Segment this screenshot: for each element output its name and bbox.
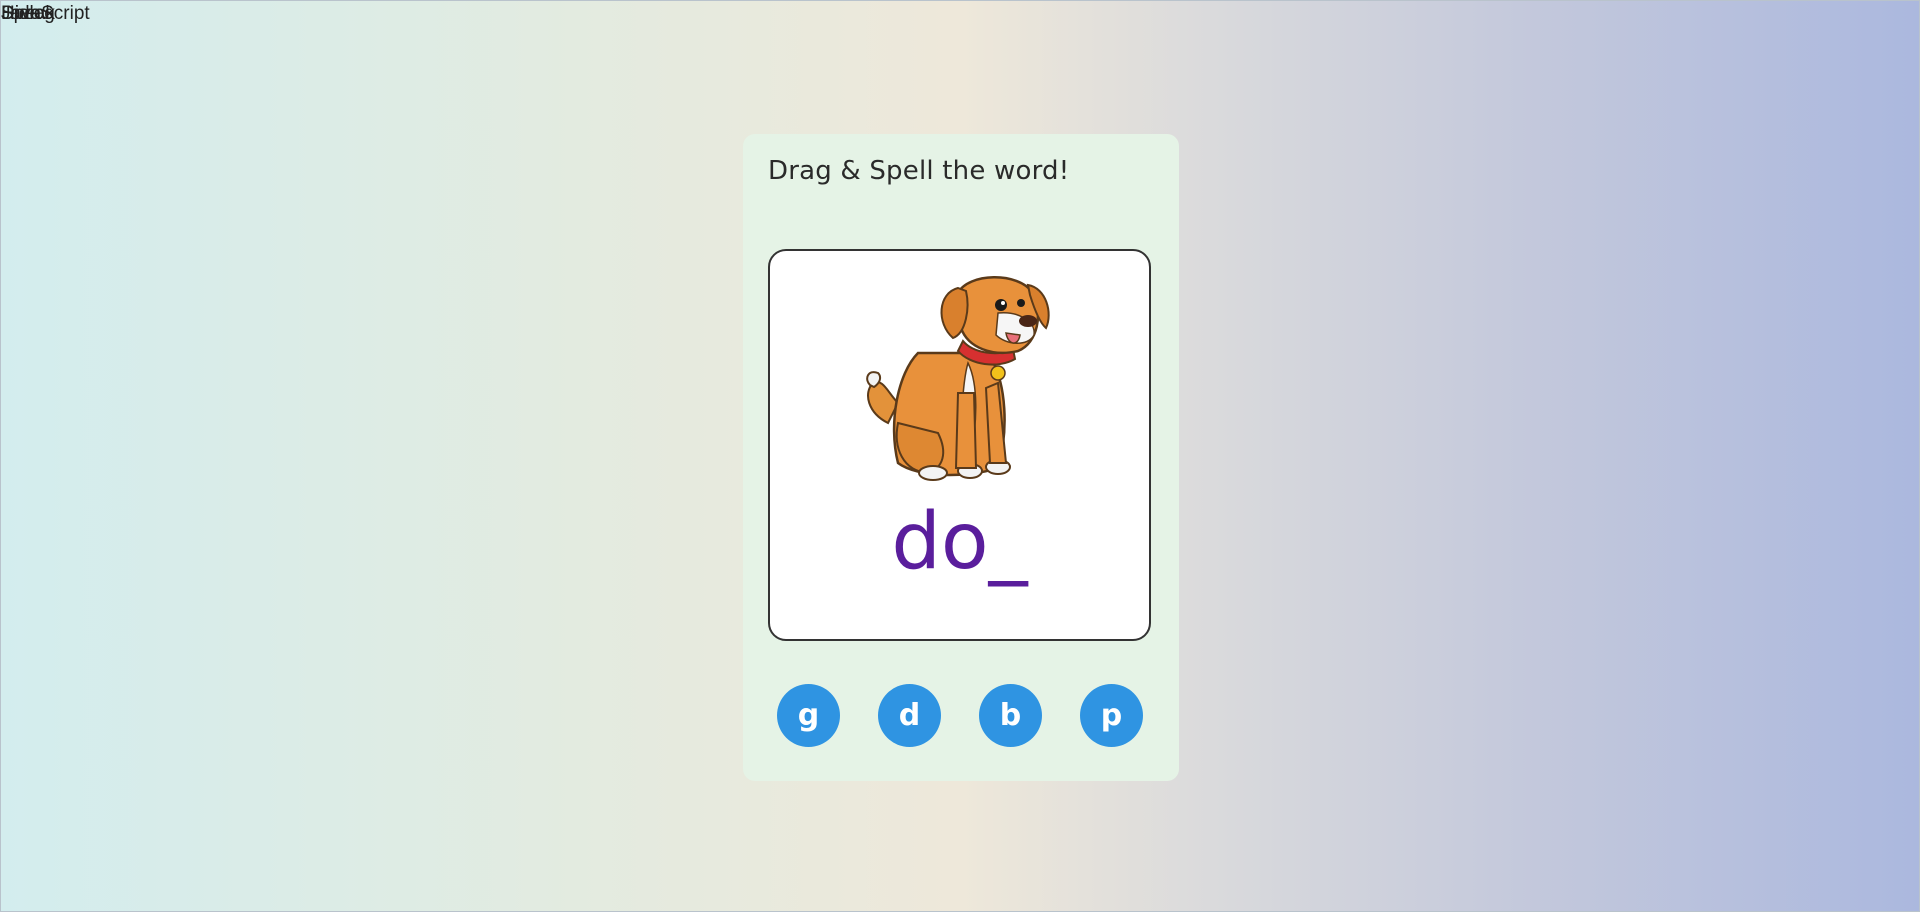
label-4: Dialog [1, 3, 55, 24]
card-title: Drag & Spell the word! [768, 156, 1070, 186]
letter-tile-g[interactable]: g [777, 684, 840, 747]
letter-tile-p[interactable]: p [1080, 684, 1143, 747]
dog-icon [866, 276, 1050, 481]
letter-tile-b[interactable]: b [979, 684, 1042, 747]
letter-tiles: g d b p [777, 684, 1147, 748]
game-card: Drag & Spell the word! do_ g d b p [743, 134, 1179, 781]
letter-tile-d[interactable]: d [878, 684, 941, 747]
word-display: do_ [891, 497, 1028, 587]
picture-box: do_ [768, 249, 1151, 641]
